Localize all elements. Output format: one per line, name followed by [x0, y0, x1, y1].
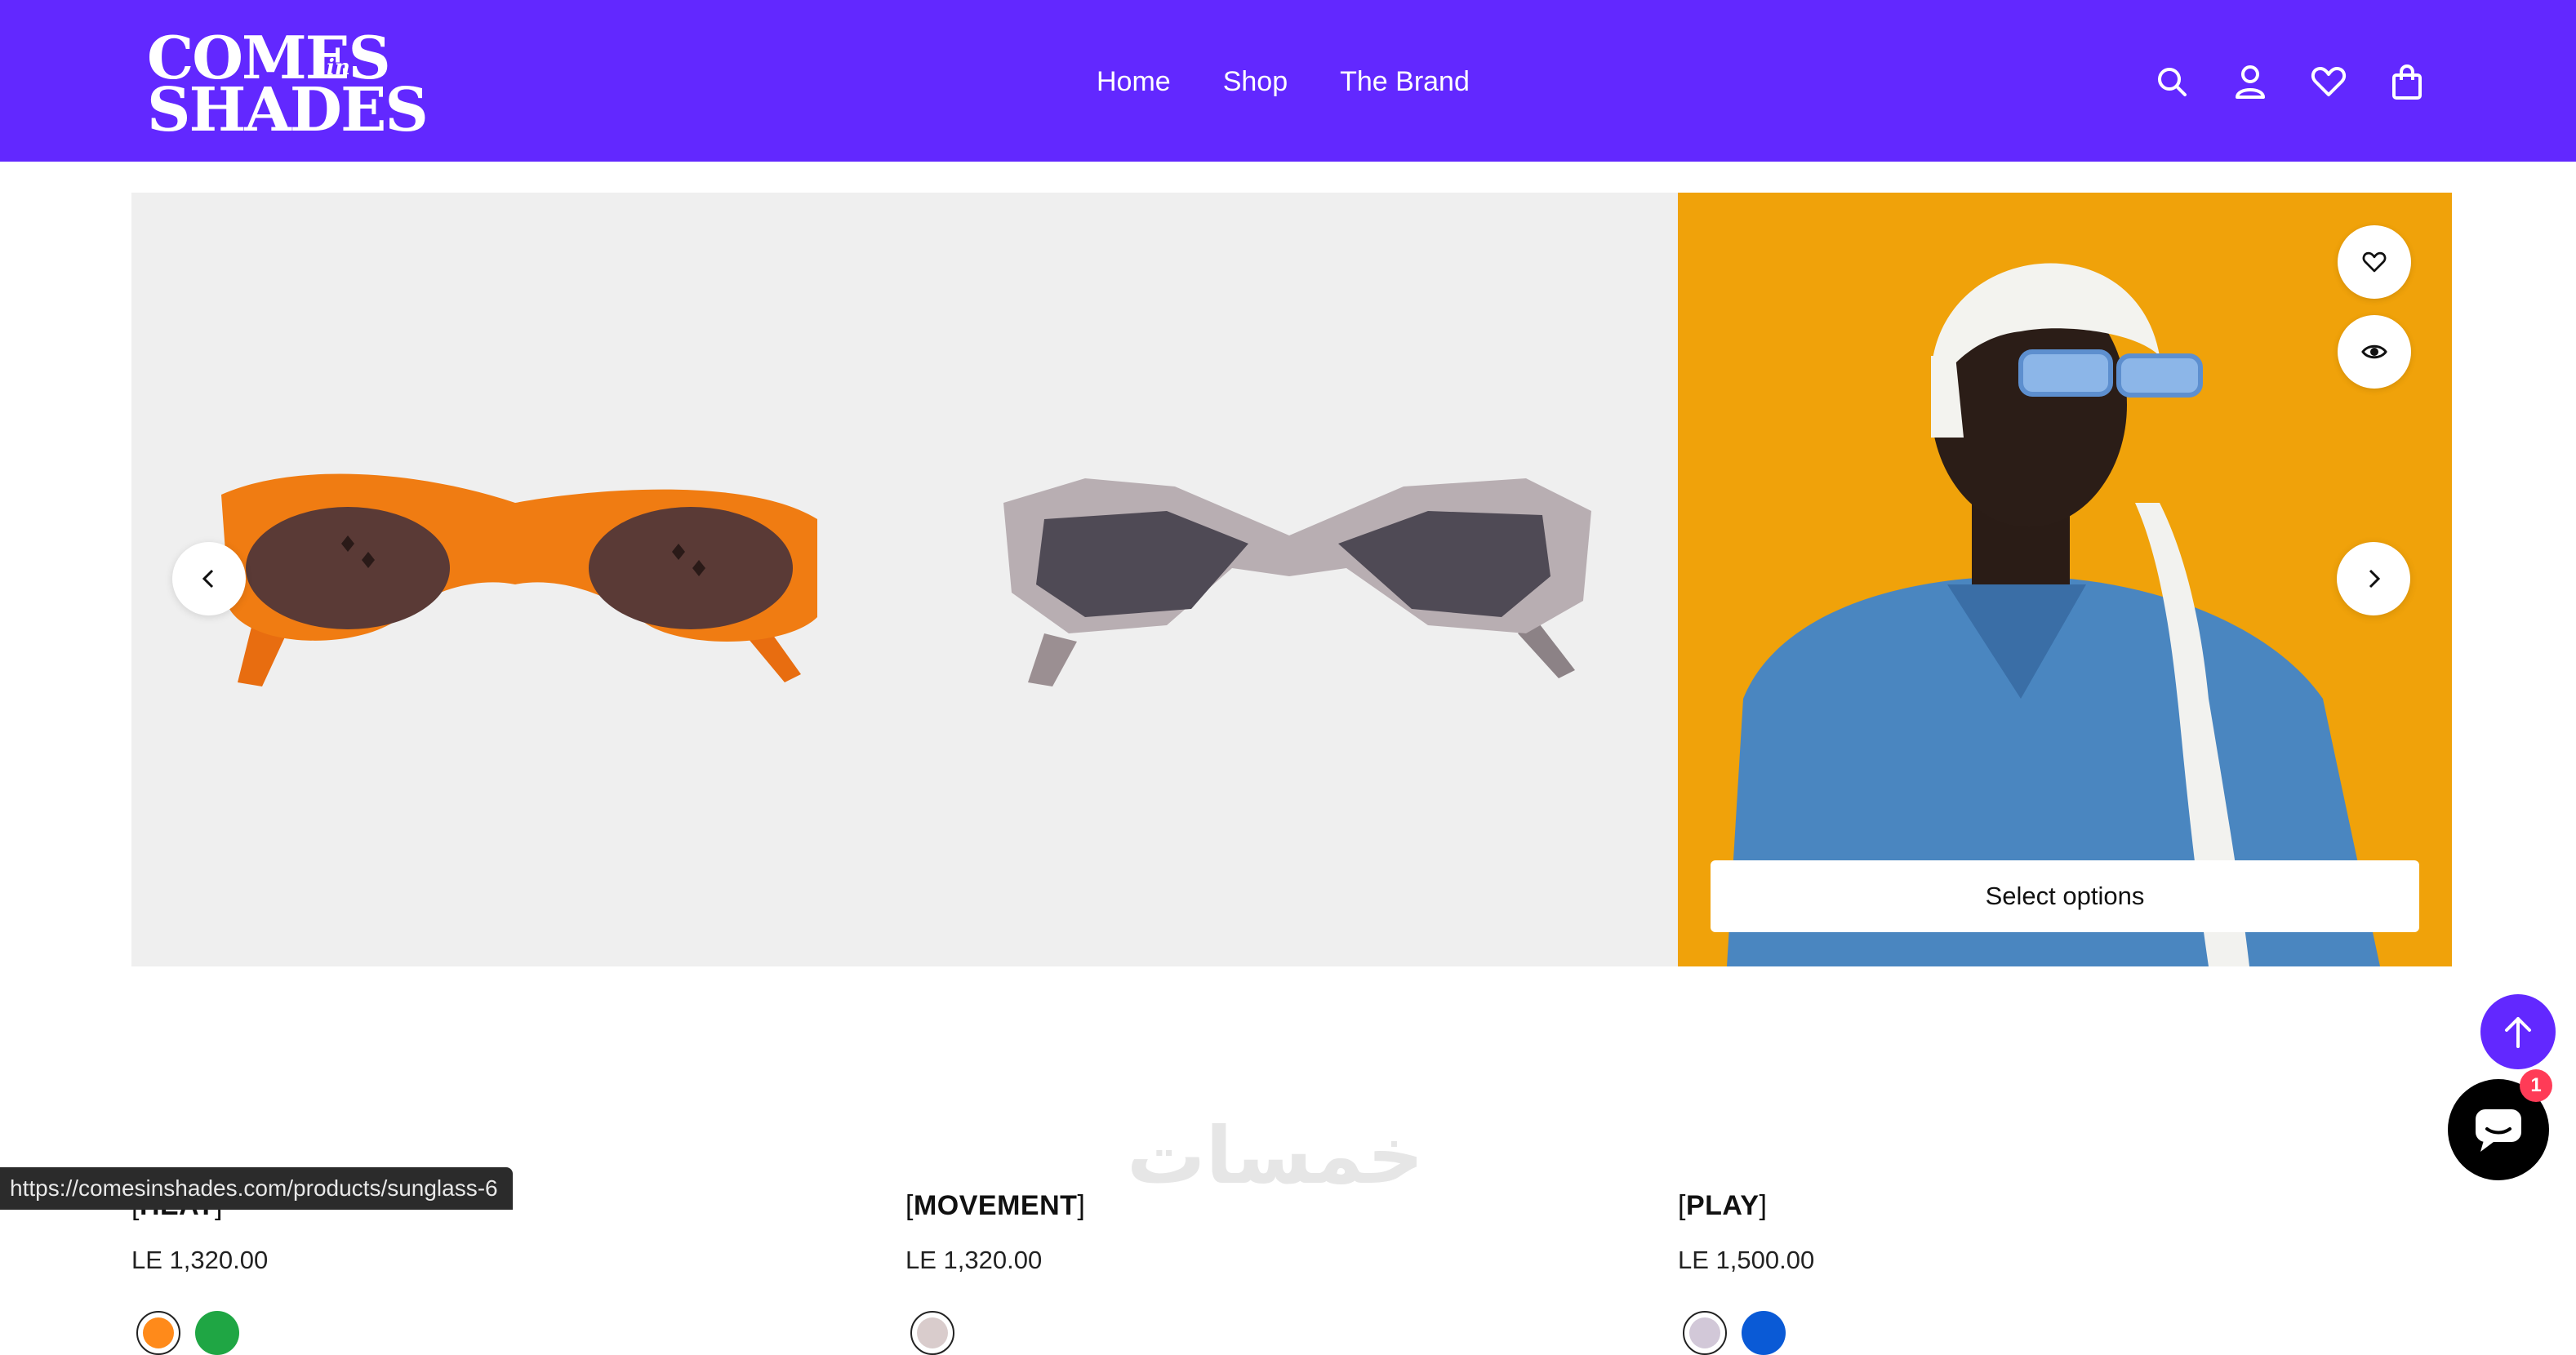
- eye-icon: [2361, 344, 2387, 359]
- brand-logo[interactable]: COMES in SHADES: [145, 26, 429, 143]
- chevron-right-icon: [2369, 569, 2381, 589]
- quick-view-button[interactable]: [2338, 315, 2411, 389]
- color-swatches: [910, 1311, 954, 1355]
- swatch-dot: [917, 1317, 948, 1348]
- title-bracket-close: ]: [1759, 1190, 1768, 1221]
- wishlist-button[interactable]: [2338, 225, 2411, 299]
- heart-icon: [2362, 251, 2387, 273]
- status-bar-url: https://comesinshades.com/products/sungl…: [0, 1167, 513, 1210]
- product-image[interactable]: [905, 193, 1680, 966]
- title-bracket-close: ]: [1077, 1190, 1086, 1221]
- product-name: PLAY: [1685, 1190, 1760, 1221]
- select-options-button[interactable]: Select options: [1711, 860, 2419, 932]
- swatch-pink[interactable]: [910, 1311, 954, 1355]
- product-price: LE 1,500.00: [1678, 1246, 1815, 1274]
- product-name: MOVEMENT: [913, 1190, 1078, 1221]
- swatch-dot: [1742, 1311, 1786, 1355]
- nav-the-brand[interactable]: The Brand: [1340, 66, 1470, 98]
- site-header: COMES in SHADES Home Shop The Brand: [0, 0, 2576, 162]
- arrow-up-icon: [2505, 1017, 2531, 1048]
- product-title[interactable]: [MOVEMENT]: [905, 1190, 1085, 1222]
- product-image[interactable]: [131, 193, 905, 966]
- search-icon[interactable]: [2149, 57, 2195, 106]
- swatch-dot: [1689, 1317, 1720, 1348]
- title-bracket-open: [: [905, 1190, 914, 1221]
- color-swatches: [136, 1311, 239, 1355]
- swatch-dot: [195, 1311, 239, 1355]
- color-swatches: [1683, 1311, 1786, 1355]
- swatch-orange[interactable]: [136, 1311, 180, 1355]
- wishlist-heart-icon[interactable]: [2306, 57, 2351, 106]
- swatch-dot: [143, 1317, 174, 1348]
- cart-bag-icon[interactable]: [2384, 57, 2430, 106]
- product-image[interactable]: Select options: [1678, 193, 2452, 966]
- carousel-prev-button[interactable]: [172, 542, 246, 615]
- account-icon[interactable]: [2227, 57, 2273, 106]
- nav-home[interactable]: Home: [1097, 66, 1171, 98]
- chat-notification-badge: 1: [2520, 1069, 2552, 1102]
- main-nav: Home Shop The Brand: [1097, 59, 1470, 104]
- chat-bubble-icon: [2476, 1109, 2521, 1152]
- watermark: خمسات: [1127, 1110, 1424, 1202]
- chevron-left-icon: [202, 569, 214, 589]
- product-price: LE 1,320.00: [905, 1246, 1043, 1274]
- title-bracket-open: [: [1678, 1190, 1686, 1221]
- header-icons: [2149, 57, 2430, 106]
- carousel-next-button[interactable]: [2337, 542, 2410, 615]
- product-price: LE 1,320.00: [131, 1246, 269, 1274]
- product-title[interactable]: [PLAY]: [1678, 1190, 1767, 1222]
- back-to-top-button[interactable]: [2480, 994, 2556, 1069]
- swatch-lilac[interactable]: [1683, 1311, 1727, 1355]
- swatch-green[interactable]: [195, 1311, 239, 1355]
- nav-shop[interactable]: Shop: [1223, 66, 1288, 98]
- logo-line-2: SHADES: [147, 75, 429, 145]
- swatch-blue[interactable]: [1742, 1311, 1786, 1355]
